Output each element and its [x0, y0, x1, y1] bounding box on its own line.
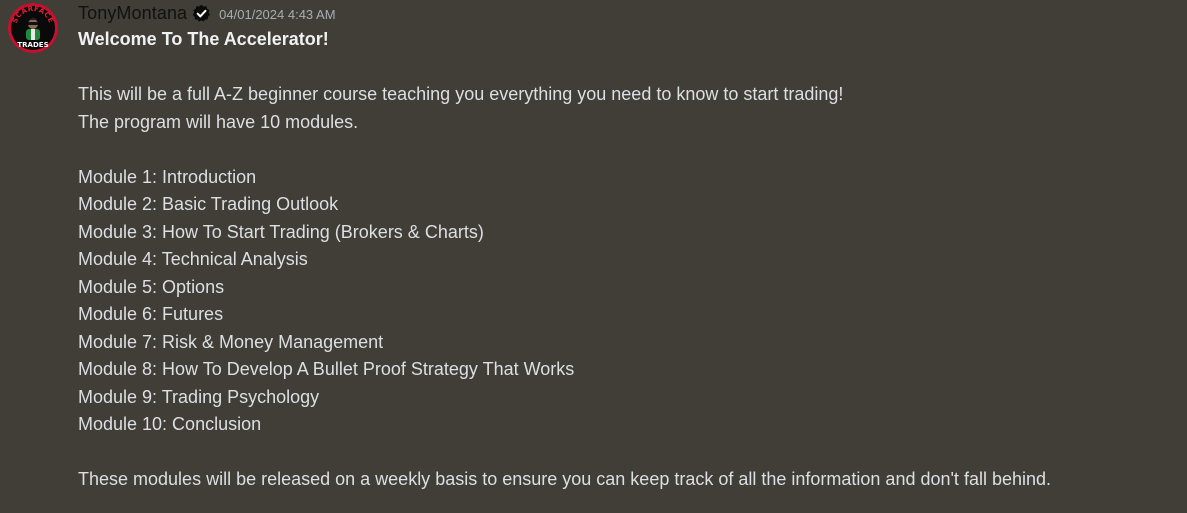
verified-badge-icon: [192, 4, 211, 23]
message-header: TonyMontana 04/01/2024 4:43 AM: [78, 1, 336, 25]
intro-line: This will be a full A-Z beginner course …: [78, 84, 844, 104]
module-item: Module 3: How To Start Trading (Brokers …: [78, 221, 484, 242]
scarface-trades-avatar-icon: SCARFACE TRADES: [8, 3, 58, 53]
chat-message: SCARFACE TRADES TonyMontana 04/01/2024 4…: [0, 0, 1187, 513]
username[interactable]: TonyMontana: [78, 3, 187, 24]
module-item: Module 4: Technical Analysis: [78, 249, 308, 269]
module-item: Module 9: Trading Psychology: [78, 386, 320, 407]
module-item: Module 2: Basic Trading Outlook: [78, 194, 339, 214]
module-item: Module 1: Introduction: [78, 166, 257, 187]
module-item: Module 6: Futures: [78, 304, 224, 324]
message-title: Welcome To The Accelerator!: [78, 29, 329, 49]
module-list: Module 1: Introduction Module 2: Basic T…: [78, 164, 1178, 439]
intro-line: The program will have 10 modules.: [78, 111, 359, 132]
module-item: Module 7: Risk & Money Management: [78, 331, 384, 352]
message-content: Welcome To The Accelerator! This will be…: [78, 26, 1178, 494]
module-item: Module 8: How To Develop A Bullet Proof …: [78, 359, 575, 379]
module-item: Module 10: Conclusion: [78, 414, 262, 434]
footer-line: These modules will be released on a week…: [78, 469, 1052, 489]
module-item: Module 5: Options: [78, 276, 225, 297]
avatar[interactable]: SCARFACE TRADES: [8, 3, 58, 53]
message-timestamp: 04/01/2024 4:43 AM: [219, 7, 336, 22]
svg-text:TRADES: TRADES: [17, 41, 48, 49]
